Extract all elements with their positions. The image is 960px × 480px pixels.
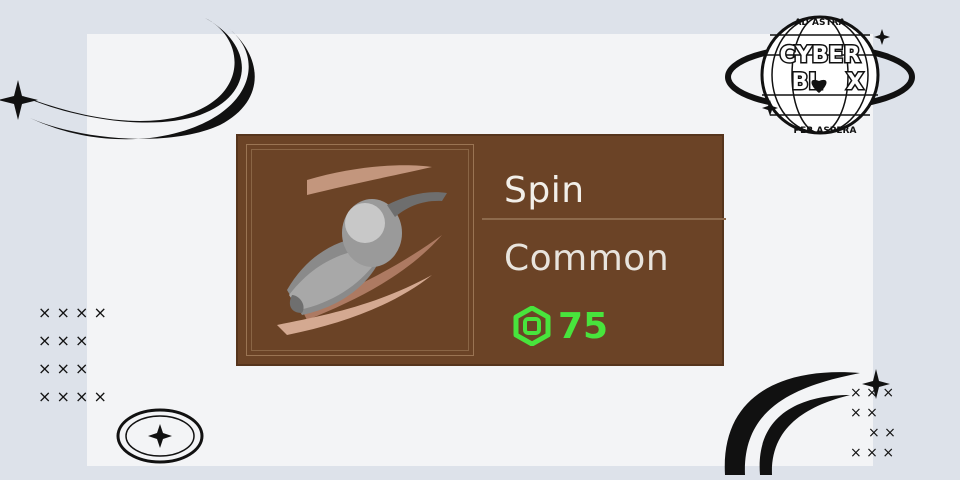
spin-emote-image <box>277 165 447 335</box>
sparkle-icon <box>148 424 172 448</box>
info-divider <box>482 218 726 220</box>
x-pattern-bottom-left: × × × × × × × × × × × × × × <box>38 303 107 406</box>
crescent-decoration-bottom-right: × × × × × × × × × × <box>724 369 896 475</box>
svg-text:× ×: × × <box>850 405 878 421</box>
svg-text:× × ×: × × × <box>850 385 894 401</box>
sparkle-ring-bottom-left <box>116 408 204 464</box>
crescent-decoration-top-left <box>0 18 255 140</box>
item-price: 75 <box>512 304 608 348</box>
logo-line2b: X <box>847 70 864 95</box>
logo-bottom-text: PER ASPERA <box>794 126 857 136</box>
svg-text:× ×: × × <box>868 425 896 441</box>
price-value: 75 <box>558 305 609 347</box>
cyberblox-logo: AD ASTRA CYBER BL X PER ASPERA <box>725 15 915 136</box>
svg-text:× × ×: × × × <box>38 331 88 350</box>
robux-icon <box>513 306 551 346</box>
svg-text:× × ×: × × × <box>38 359 88 378</box>
item-rarity: Common <box>504 238 670 279</box>
logo-line1: CYBER <box>780 43 861 68</box>
item-panel[interactable]: Spin Common 75 <box>236 134 726 366</box>
svg-text:× × ×: × × × <box>850 445 894 461</box>
logo-top-text: AD ASTRA <box>794 18 845 28</box>
item-name: Spin <box>504 170 585 211</box>
svg-text:× × × ×: × × × × <box>38 303 107 322</box>
item-image-frame <box>246 144 474 356</box>
svg-text:× × × ×: × × × × <box>38 387 107 406</box>
